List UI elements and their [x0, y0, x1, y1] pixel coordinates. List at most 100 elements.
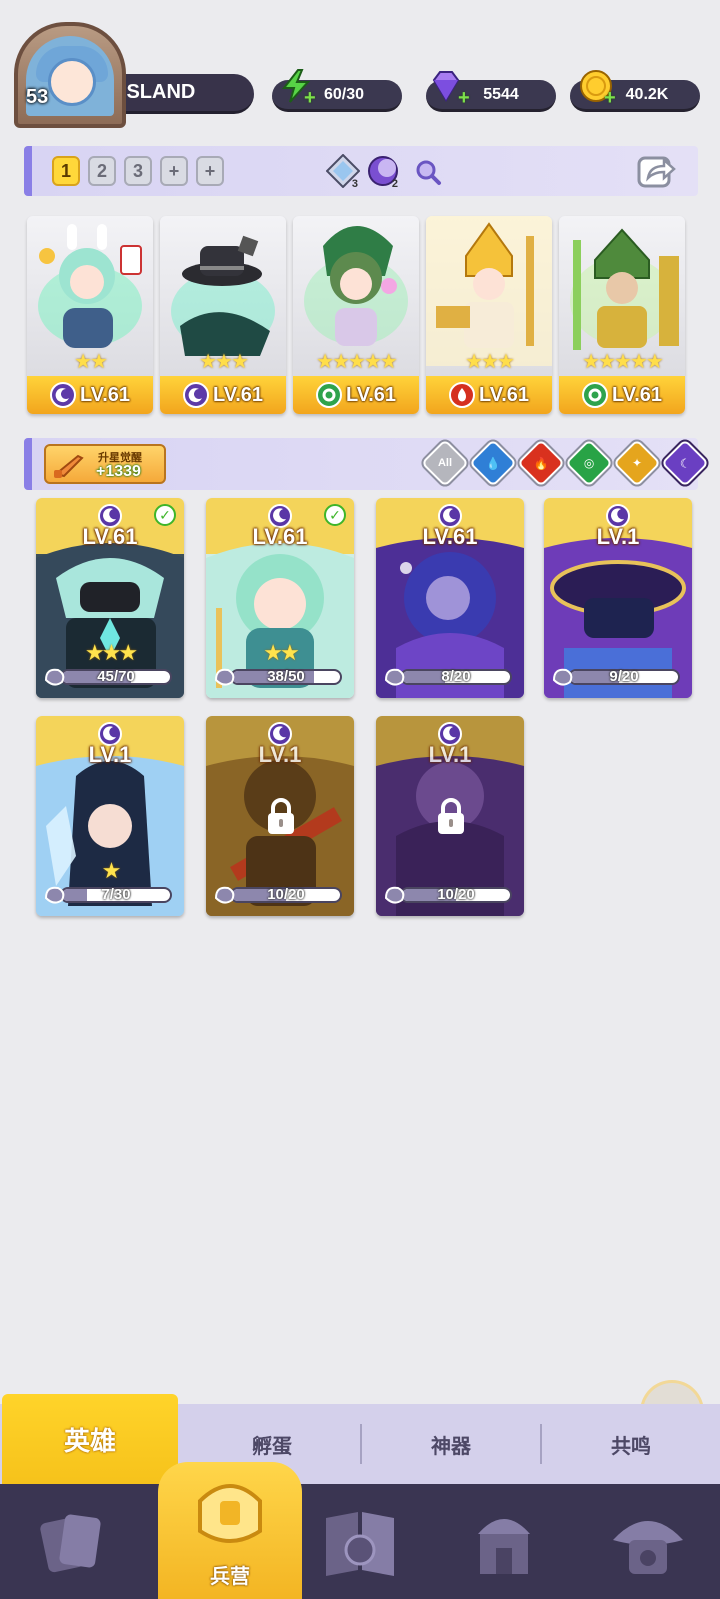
moon-element-icon [49, 382, 76, 408]
filter-light-button[interactable]: ✦ [612, 438, 662, 488]
filter-dark-button[interactable]: ☾ [660, 438, 710, 488]
hero-portrait [304, 226, 408, 346]
share-icon[interactable] [636, 152, 676, 190]
team-add-tab-2[interactable]: + [196, 156, 224, 186]
shard-progress: 10/20 [212, 884, 348, 906]
water-drop-icon: 💧 [485, 455, 501, 470]
hero-level: LV.61 [422, 524, 478, 549]
hero-level: LV.1 [596, 524, 640, 549]
hero-card-locked[interactable]: LV.1 10/20 [206, 716, 354, 916]
team-tab-1[interactable]: 1 [52, 156, 80, 186]
hero-stars: ★★★★★ [582, 351, 664, 373]
shrine-icon [478, 1518, 530, 1574]
hero-stars: ★ [101, 858, 122, 883]
nav-shrine[interactable] [432, 1484, 576, 1599]
hero-level: LV.1 [428, 742, 472, 767]
hero-stars: ★★ [263, 640, 299, 665]
dark-gem-token[interactable]: 2 [366, 154, 400, 190]
hero-card[interactable]: LV.61 8/20 [376, 498, 524, 698]
filter-water-button[interactable]: 💧 [468, 438, 518, 488]
team-hero-card-2[interactable]: ★★★ LV.61 [160, 216, 286, 414]
hero-level: LV.61 [345, 383, 397, 406]
team-tab-2[interactable]: 2 [88, 156, 116, 186]
filter-all-button[interactable]: All [420, 438, 470, 488]
nav-barracks-label: 兵营 [210, 1566, 250, 1588]
tab-resonance[interactable]: 共鸣 [542, 1404, 720, 1484]
gold-plus-icon[interactable]: + [604, 88, 620, 108]
magnifier-icon[interactable] [414, 158, 442, 186]
hero-stars: ★★ [74, 351, 108, 373]
lock-icon [438, 798, 464, 834]
water-gem-count: 3 [351, 178, 358, 190]
nav-barracks[interactable]: 兵营 [158, 1462, 302, 1599]
wind-element-icon [581, 382, 608, 408]
team-hero-card-5[interactable]: ★★★★★ LV.61 [559, 216, 685, 414]
team-add-tab-1[interactable]: + [160, 156, 188, 186]
hero-level: LV.61 [82, 524, 138, 549]
shard-count: 9/20 [609, 668, 639, 685]
filter-all-label: All [437, 457, 453, 469]
shard-count: 45/70 [97, 668, 135, 685]
awaken-value: +1339 [96, 463, 141, 480]
hero-level: LV.1 [258, 742, 302, 767]
gem-value: 5544 [483, 85, 519, 103]
hero-level-bar: LV.61 [293, 376, 419, 414]
hero-stars: ★★★ [84, 640, 138, 665]
shard-count: 8/20 [441, 668, 471, 685]
nav-mushroom-house[interactable] [576, 1484, 720, 1599]
fire-icon: 🔥 [533, 455, 549, 470]
shard-progress: 38/50 [212, 666, 348, 688]
nav-cards[interactable] [0, 1484, 144, 1599]
dark-gem-count: 2 [391, 178, 398, 190]
player-avatar[interactable] [14, 22, 126, 128]
team-hero-card-3[interactable]: ★★★★★ LV.61 [293, 216, 419, 414]
cards-icon [40, 1514, 101, 1572]
energy-value: 60/30 [323, 85, 365, 103]
light-star-icon: ✦ [631, 456, 643, 470]
shard-progress: 8/20 [382, 666, 518, 688]
hero-level-bar: LV.61 [27, 376, 153, 414]
sword-icon [53, 454, 84, 478]
hero-portrait [570, 228, 679, 350]
energy-plus-icon[interactable]: + [304, 88, 320, 108]
hero-card[interactable]: ✓ LV.61 ★★★ 45/70 [36, 498, 184, 698]
team-hero-card-1[interactable]: ★★ LV.61 [27, 216, 153, 414]
moon-element-icon [182, 382, 209, 408]
wind-element-icon [315, 382, 342, 408]
shard-progress: 45/70 [42, 666, 178, 688]
shard-count: 10/20 [267, 886, 305, 903]
map-book-icon [326, 1511, 394, 1576]
star-awaken-button[interactable]: 升星觉醒 +1339 [44, 444, 166, 484]
barracks-icon [198, 1483, 262, 1543]
water-gem-token[interactable]: 3 [326, 154, 360, 190]
shard-progress: 10/20 [382, 884, 518, 906]
team-hero-card-4[interactable]: ★★★ LV.61 [426, 216, 552, 414]
filter-wind-button[interactable]: ◎ [564, 438, 614, 488]
team-tab-3[interactable]: 3 [124, 156, 152, 186]
gem-plus-icon[interactable]: + [458, 88, 474, 108]
hero-level: LV.1 [88, 742, 132, 767]
hero-portrait [171, 235, 275, 356]
tab-heroes[interactable]: 英雄 [2, 1394, 178, 1484]
moon-icon: ☾ [679, 455, 691, 470]
hero-card[interactable]: ✓ LV.61 ★★ 38/50 [206, 498, 354, 698]
hero-stars: ★★★★★ [316, 351, 398, 373]
player-level: 53 [26, 86, 49, 108]
hero-card[interactable]: LV.1 ★ 7/30 [36, 716, 184, 916]
nav-map[interactable] [288, 1484, 432, 1599]
hero-card-locked[interactable]: LV.1 10/20 [376, 716, 524, 916]
hero-level: LV.61 [611, 383, 663, 406]
shard-progress: 9/20 [550, 666, 686, 688]
hero-level-bar: LV.61 [160, 376, 286, 414]
hero-card[interactable]: LV.1 9/20 [544, 498, 692, 698]
hero-level-bar: LV.61 [426, 376, 552, 414]
team-selector-bar: 1 2 3 + + 3 2 [24, 146, 698, 196]
hero-stars: ★★★ [199, 351, 249, 373]
hero-level: LV.61 [478, 383, 530, 406]
lock-icon [268, 798, 294, 834]
shard-count: 10/20 [437, 886, 475, 903]
shard-count: 38/50 [267, 668, 305, 685]
filter-fire-button[interactable]: 🔥 [516, 438, 566, 488]
hero-level-bar: LV.61 [559, 376, 685, 414]
tab-artifacts[interactable]: 神器 [362, 1404, 540, 1484]
